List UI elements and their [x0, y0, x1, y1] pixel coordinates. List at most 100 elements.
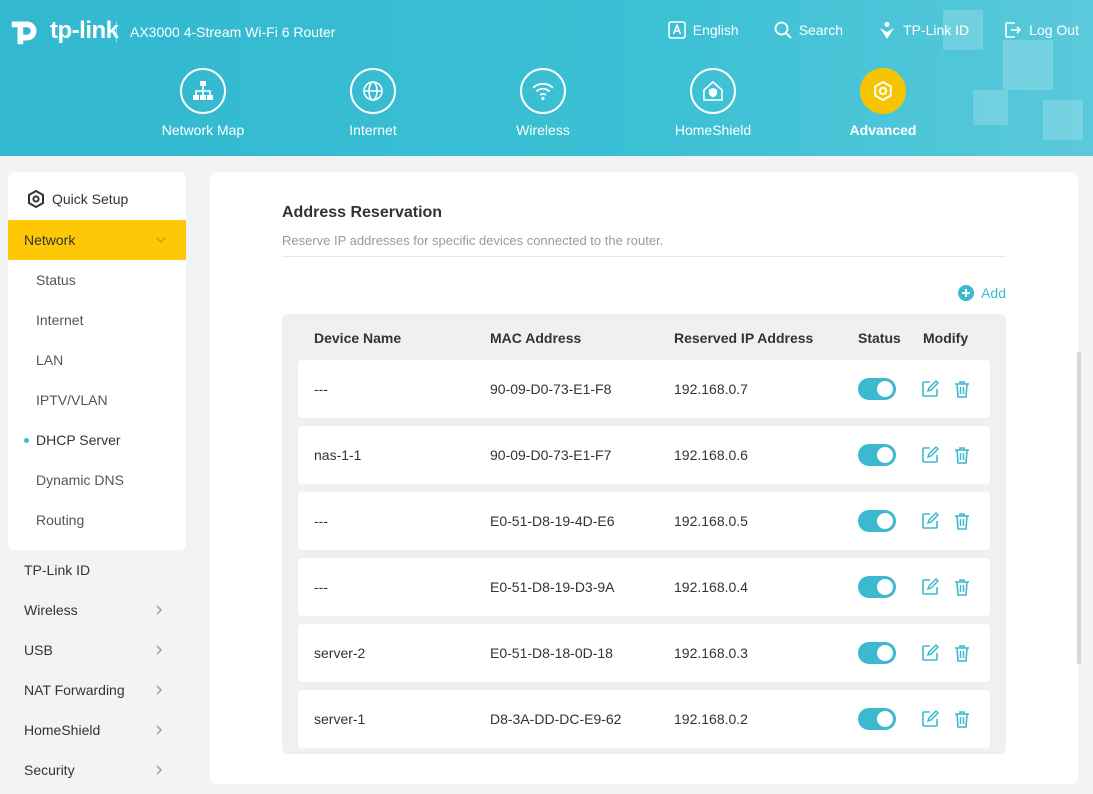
sidebar-item-network[interactable]: Network: [8, 220, 186, 260]
nav-wireless[interactable]: Wireless: [483, 68, 603, 138]
edit-icon[interactable]: [920, 577, 940, 597]
quick-setup-label: Quick Setup: [52, 191, 129, 207]
sidebar-card: Quick Setup Network Status Internet LAN …: [8, 172, 186, 550]
edit-icon[interactable]: [920, 511, 940, 531]
cell-reserved-ip: 192.168.0.2: [674, 711, 748, 727]
nav-homeshield[interactable]: HomeShield: [653, 68, 773, 138]
sidebar-sub-dhcp-server[interactable]: DHCP Server: [8, 420, 186, 460]
top-header: tp-link AX3000 4-Stream Wi-Fi 6 Router E…: [0, 0, 1093, 156]
cell-reserved-ip: 192.168.0.3: [674, 645, 748, 661]
sidebar: Quick Setup Network Status Internet LAN …: [8, 172, 186, 790]
quick-setup-icon: [28, 189, 44, 209]
sidebar-sub-internet[interactable]: Internet: [8, 300, 186, 340]
tplink-id-button[interactable]: TP-Link ID: [877, 20, 969, 40]
tplink-id-label: TP-Link ID: [903, 22, 970, 38]
cell-device-name: ---: [314, 381, 328, 397]
nav-network-map[interactable]: Network Map: [143, 68, 263, 138]
globe-icon: [350, 68, 396, 114]
header-modify: Modify: [923, 330, 969, 346]
sidebar-sub-status[interactable]: Status: [8, 260, 186, 300]
status-toggle[interactable]: [858, 444, 896, 466]
trash-icon[interactable]: [952, 379, 972, 399]
sub-label: Internet: [36, 312, 84, 328]
header-device-name: Device Name: [314, 330, 402, 346]
cell-mac-address: 90-09-D0-73-E1-F8: [490, 381, 612, 397]
logout-icon: [1005, 22, 1022, 38]
brand-name: tp-link: [50, 17, 119, 44]
add-button[interactable]: Add: [957, 284, 1006, 302]
search-icon: [774, 21, 792, 39]
gear-icon: [860, 68, 906, 114]
table-row: server-2 E0-51-D8-18-0D-18 192.168.0.3: [298, 624, 990, 682]
table-row: --- 90-09-D0-73-E1-F8 192.168.0.7: [298, 360, 990, 418]
section-description: Reserve IP addresses for specific device…: [282, 233, 664, 248]
table-header: Device Name MAC Address Reserved IP Addr…: [282, 314, 1006, 360]
logo-divider: [116, 22, 117, 42]
language-button[interactable]: English: [667, 20, 739, 40]
cell-device-name: server-1: [314, 711, 366, 727]
network-label: Network: [24, 232, 76, 248]
sidebar-sub-lan[interactable]: LAN: [8, 340, 186, 380]
chevron-right-icon: [156, 645, 162, 655]
sidebar-item-usb[interactable]: USB: [8, 630, 186, 670]
nav-internet[interactable]: Internet: [313, 68, 433, 138]
sub-label: Dynamic DNS: [36, 472, 124, 488]
trash-icon[interactable]: [952, 445, 972, 465]
edit-icon[interactable]: [920, 643, 940, 663]
cell-mac-address: D8-3A-DD-DC-E9-62: [490, 711, 622, 727]
sidebar-item-label: Security: [24, 762, 75, 778]
sidebar-sub-iptv-vlan[interactable]: IPTV/VLAN: [8, 380, 186, 420]
status-toggle[interactable]: [858, 576, 896, 598]
sidebar-item-label: NAT Forwarding: [24, 682, 125, 698]
wifi-icon: [520, 68, 566, 114]
sidebar-item-label: Wireless: [24, 602, 78, 618]
trash-icon[interactable]: [952, 511, 972, 531]
sidebar-item-nat-forwarding[interactable]: NAT Forwarding: [8, 670, 186, 710]
cell-mac-address: E0-51-D8-18-0D-18: [490, 645, 613, 661]
sidebar-sub-routing[interactable]: Routing: [8, 500, 186, 540]
sidebar-item-wireless[interactable]: Wireless: [8, 590, 186, 630]
trash-icon[interactable]: [952, 577, 972, 597]
chevron-down-icon: [156, 237, 166, 243]
plus-circle-icon: [958, 285, 975, 301]
sidebar-item-tplink-id[interactable]: TP-Link ID: [8, 550, 186, 590]
tplink-logo[interactable]: tp-link: [8, 12, 119, 50]
status-toggle[interactable]: [858, 642, 896, 664]
status-toggle[interactable]: [858, 708, 896, 730]
table-row: --- E0-51-D8-19-4D-E6 192.168.0.5: [298, 492, 990, 550]
cell-device-name: nas-1-1: [314, 447, 362, 463]
search-label: Search: [798, 22, 844, 38]
cell-reserved-ip: 192.168.0.5: [674, 513, 748, 529]
tplink-logo-icon: [11, 21, 37, 45]
logout-label: Log Out: [1029, 22, 1079, 38]
nav-advanced[interactable]: Advanced: [823, 68, 943, 138]
sidebar-sub-dynamic-dns[interactable]: Dynamic DNS: [8, 460, 186, 500]
sidebar-item-homeshield[interactable]: HomeShield: [8, 710, 186, 750]
router-model: AX3000 4-Stream Wi-Fi 6 Router: [130, 24, 336, 40]
reservation-table: Device Name MAC Address Reserved IP Addr…: [282, 314, 1006, 754]
trash-icon[interactable]: [952, 709, 972, 729]
edit-icon[interactable]: [920, 445, 940, 465]
table-row: --- E0-51-D8-19-D3-9A 192.168.0.4: [298, 558, 990, 616]
edit-icon[interactable]: [920, 709, 940, 729]
sidebar-item-label: HomeShield: [24, 722, 101, 738]
table-row: nas-1-1 90-09-D0-73-E1-F7 192.168.0.6: [298, 426, 990, 484]
sidebar-item-security[interactable]: Security: [8, 750, 186, 790]
status-toggle[interactable]: [858, 510, 896, 532]
sub-label: Status: [36, 272, 76, 288]
header-status: Status: [858, 330, 901, 346]
logout-button[interactable]: Log Out: [1003, 20, 1079, 40]
cell-device-name: server-2: [314, 645, 366, 661]
scrollbar[interactable]: [1077, 352, 1081, 664]
sidebar-item-quick-setup[interactable]: Quick Setup: [8, 178, 186, 220]
sub-label: LAN: [36, 352, 64, 368]
trash-icon[interactable]: [952, 643, 972, 663]
section-divider: [282, 256, 1006, 257]
sidebar-item-label: USB: [24, 642, 53, 658]
edit-icon[interactable]: [920, 379, 940, 399]
cell-mac-address: E0-51-D8-19-4D-E6: [490, 513, 615, 529]
search-button[interactable]: Search: [773, 20, 843, 40]
status-toggle[interactable]: [858, 378, 896, 400]
chevron-right-icon: [156, 765, 162, 775]
network-map-icon: [180, 68, 226, 114]
